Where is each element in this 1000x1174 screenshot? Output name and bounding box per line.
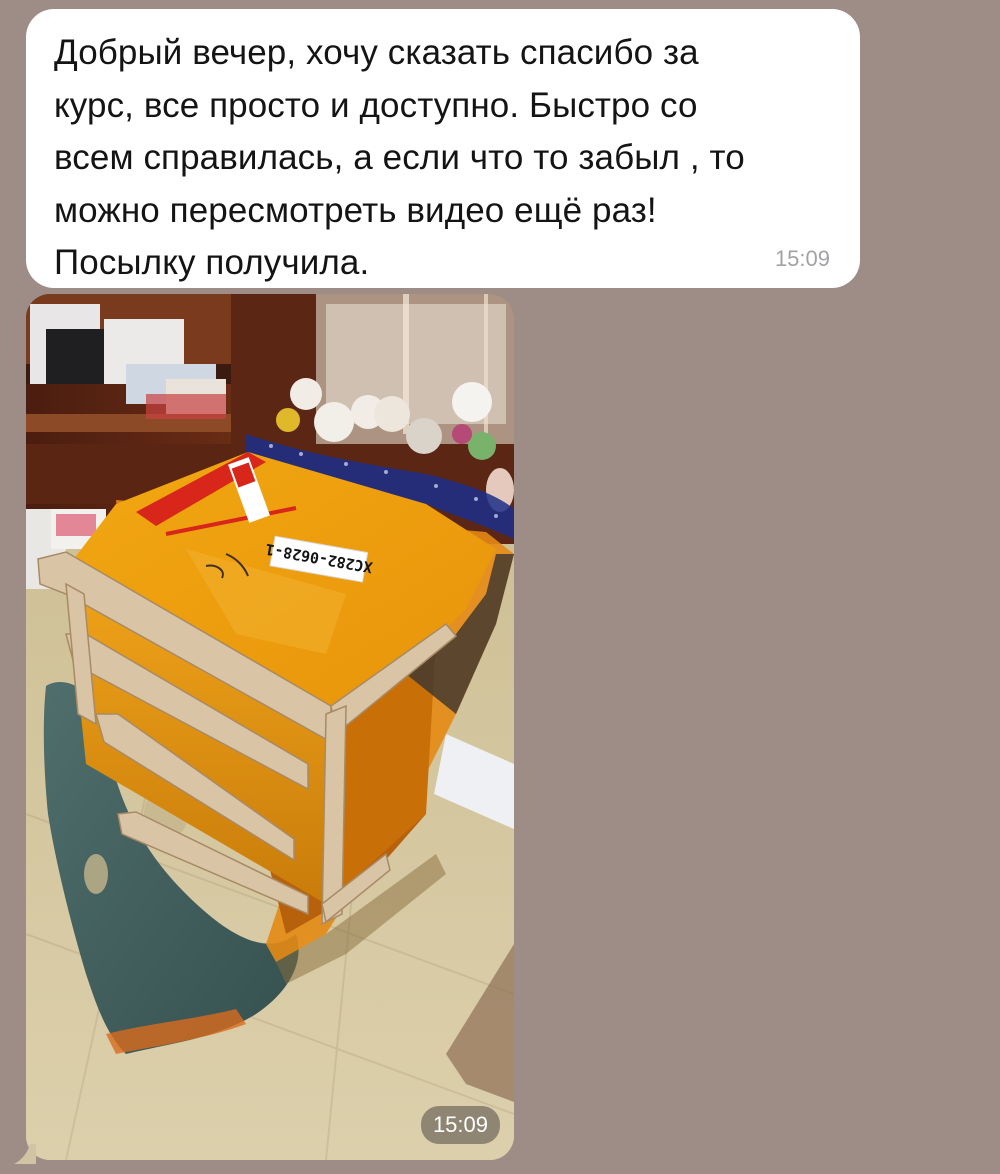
incoming-text-message[interactable]: Добрый вечер, хочу сказать спасибо за ку… <box>26 9 860 288</box>
chat-view: Добрый вечер, хочу сказать спасибо за ку… <box>0 0 1000 1174</box>
incoming-photo-message[interactable]: XC282-0628-1 15:09 <box>26 294 514 1160</box>
bubble-tail-icon <box>14 1144 36 1164</box>
message-text: Добрый вечер, хочу сказать спасибо за ку… <box>54 33 745 282</box>
photo-timestamp: 15:09 <box>420 1106 500 1144</box>
message-timestamp: 15:09 <box>774 246 830 271</box>
parcel-photo[interactable]: XC282-0628-1 <box>26 294 514 1160</box>
